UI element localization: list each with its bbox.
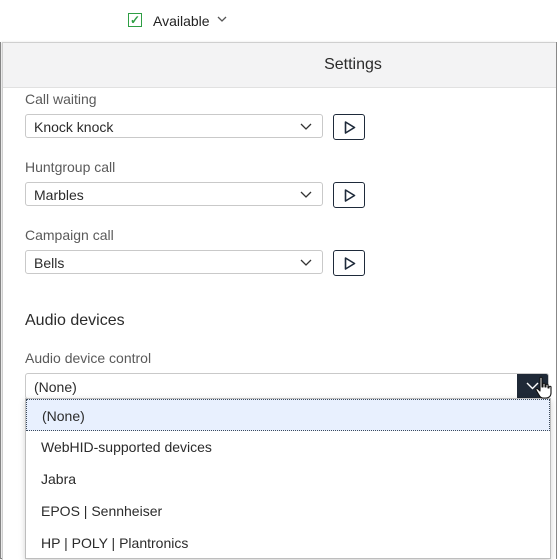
chevron-down-icon: [300, 123, 312, 130]
chevron-down-icon[interactable]: [217, 15, 227, 23]
call-waiting-select[interactable]: Knock knock: [25, 114, 323, 138]
call-waiting-label: Call waiting: [25, 91, 97, 107]
option-label: WebHID-supported devices: [41, 439, 212, 455]
huntgroup-call-play-button[interactable]: [333, 182, 365, 208]
campaign-call-value: Bells: [34, 255, 65, 271]
checkbox-icon[interactable]: ✓: [128, 13, 142, 27]
huntgroup-call-select[interactable]: Marbles: [25, 182, 323, 206]
chevron-down-icon: [300, 259, 312, 266]
option-jabra[interactable]: Jabra: [26, 463, 550, 495]
option-label: EPOS | Sennheiser: [41, 503, 163, 519]
audio-device-control-value: (None): [34, 379, 77, 395]
audio-device-control-label: Audio device control: [25, 350, 152, 366]
status-label[interactable]: Available: [153, 13, 210, 29]
option-epos-sennheiser[interactable]: EPOS | Sennheiser: [26, 495, 550, 527]
campaign-call-play-button[interactable]: [333, 250, 365, 276]
call-waiting-play-button[interactable]: [333, 114, 365, 140]
hand-cursor-icon: [535, 376, 552, 399]
play-icon: [344, 257, 356, 270]
campaign-call-select[interactable]: Bells: [25, 250, 323, 274]
panel-title: Settings: [324, 56, 382, 73]
call-waiting-value: Knock knock: [34, 119, 114, 135]
audio-device-control-select[interactable]: (None): [25, 373, 549, 399]
status-bar: ✓ Available: [0, 0, 557, 42]
play-icon: [344, 121, 356, 134]
campaign-call-label: Campaign call: [25, 227, 114, 243]
option-hp-poly-plantronics[interactable]: HP | POLY | Plantronics: [26, 527, 550, 558]
panel-header: Settings: [3, 43, 556, 88]
option-label: HP | POLY | Plantronics: [41, 535, 189, 551]
huntgroup-call-label: Huntgroup call: [25, 159, 116, 175]
option-label: Jabra: [41, 471, 77, 487]
option-webhid-supported-devices[interactable]: WebHID-supported devices: [26, 431, 550, 463]
chevron-down-icon: [300, 191, 312, 198]
huntgroup-call-value: Marbles: [34, 187, 84, 203]
audio-devices-heading: Audio devices: [25, 312, 125, 329]
audio-device-options-list: (None) WebHID-supported devices Jabra EP…: [25, 398, 551, 559]
play-icon: [344, 189, 356, 202]
option-none[interactable]: (None): [26, 399, 550, 431]
option-label: (None): [42, 408, 85, 424]
